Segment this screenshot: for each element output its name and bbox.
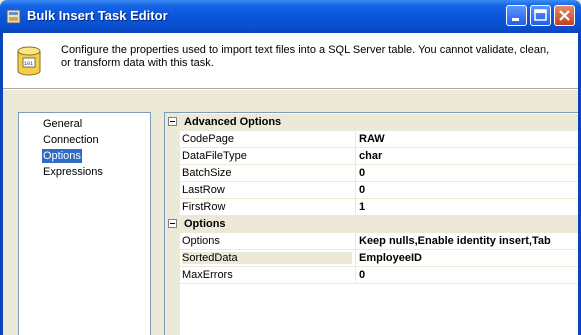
property-row-sorteddata[interactable]: SortedData EmployeeID (180, 250, 578, 267)
property-row-firstrow[interactable]: FirstRow 1 (180, 199, 578, 216)
property-name: MaxErrors (182, 269, 233, 281)
page-list[interactable]: General Connection Options Expressions (18, 112, 151, 335)
task-icon (6, 9, 21, 24)
svg-text:101: 101 (24, 61, 33, 67)
database-icon: 101 (17, 46, 41, 76)
property-name: CodePage (182, 133, 234, 145)
property-row-batchsize[interactable]: BatchSize 0 (180, 165, 578, 182)
property-row-options[interactable]: Options Keep nulls,Enable identity inser… (180, 233, 578, 250)
maximize-button[interactable] (530, 5, 551, 26)
column-divider (355, 250, 356, 267)
column-divider (355, 148, 356, 165)
nav-item-connection[interactable]: Connection (42, 133, 100, 147)
maximize-icon (534, 9, 547, 21)
property-value[interactable]: EmployeeID (359, 252, 422, 264)
nav-item-general[interactable]: General (42, 117, 83, 131)
category-label: Options (184, 218, 226, 230)
title-bar[interactable]: Bulk Insert Task Editor (0, 0, 581, 33)
window-title: Bulk Insert Task Editor (27, 8, 168, 23)
header-panel: 101 Configure the properties used to imp… (3, 33, 578, 88)
property-grid[interactable]: Advanced Options CodePage RAW DataFileTy… (164, 112, 578, 335)
property-value[interactable]: char (359, 150, 382, 162)
property-name: LastRow (182, 184, 225, 196)
property-name: BatchSize (182, 167, 232, 179)
column-divider (355, 182, 356, 199)
header-description: Configure the properties used to import … (61, 44, 550, 69)
category-options[interactable]: Options (165, 216, 578, 233)
category-advanced-options[interactable]: Advanced Options (165, 114, 578, 131)
minimize-icon (512, 18, 519, 21)
collapse-toggle-icon[interactable] (168, 219, 177, 228)
column-divider (355, 233, 356, 250)
property-value[interactable]: RAW (359, 133, 385, 145)
column-divider (355, 199, 356, 216)
property-name: DataFileType (182, 150, 247, 162)
property-value[interactable]: 0 (359, 269, 365, 281)
minimize-button[interactable] (506, 5, 527, 26)
nav-item-options[interactable]: Options (42, 149, 82, 163)
collapse-toggle-icon[interactable] (168, 117, 177, 126)
property-value[interactable]: 0 (359, 167, 365, 179)
property-value[interactable]: 1 (359, 201, 365, 213)
nav-item-expressions[interactable]: Expressions (42, 165, 104, 179)
property-name: Options (182, 235, 220, 247)
property-value[interactable]: 0 (359, 184, 365, 196)
column-divider (355, 131, 356, 148)
property-row-datafiletype[interactable]: DataFileType char (180, 148, 578, 165)
property-row-codepage[interactable]: CodePage RAW (180, 131, 578, 148)
header-divider-highlight (3, 89, 578, 90)
close-button[interactable] (554, 5, 575, 26)
property-value[interactable]: Keep nulls,Enable identity insert,Tab (359, 235, 551, 247)
property-name: FirstRow (182, 201, 226, 213)
column-divider (355, 165, 356, 182)
category-label: Advanced Options (184, 116, 282, 128)
column-divider (355, 267, 356, 284)
close-icon (559, 10, 570, 21)
property-row-maxerrors[interactable]: MaxErrors 0 (180, 267, 578, 284)
property-row-lastrow[interactable]: LastRow 0 (180, 182, 578, 199)
property-name: SortedData (182, 252, 352, 264)
